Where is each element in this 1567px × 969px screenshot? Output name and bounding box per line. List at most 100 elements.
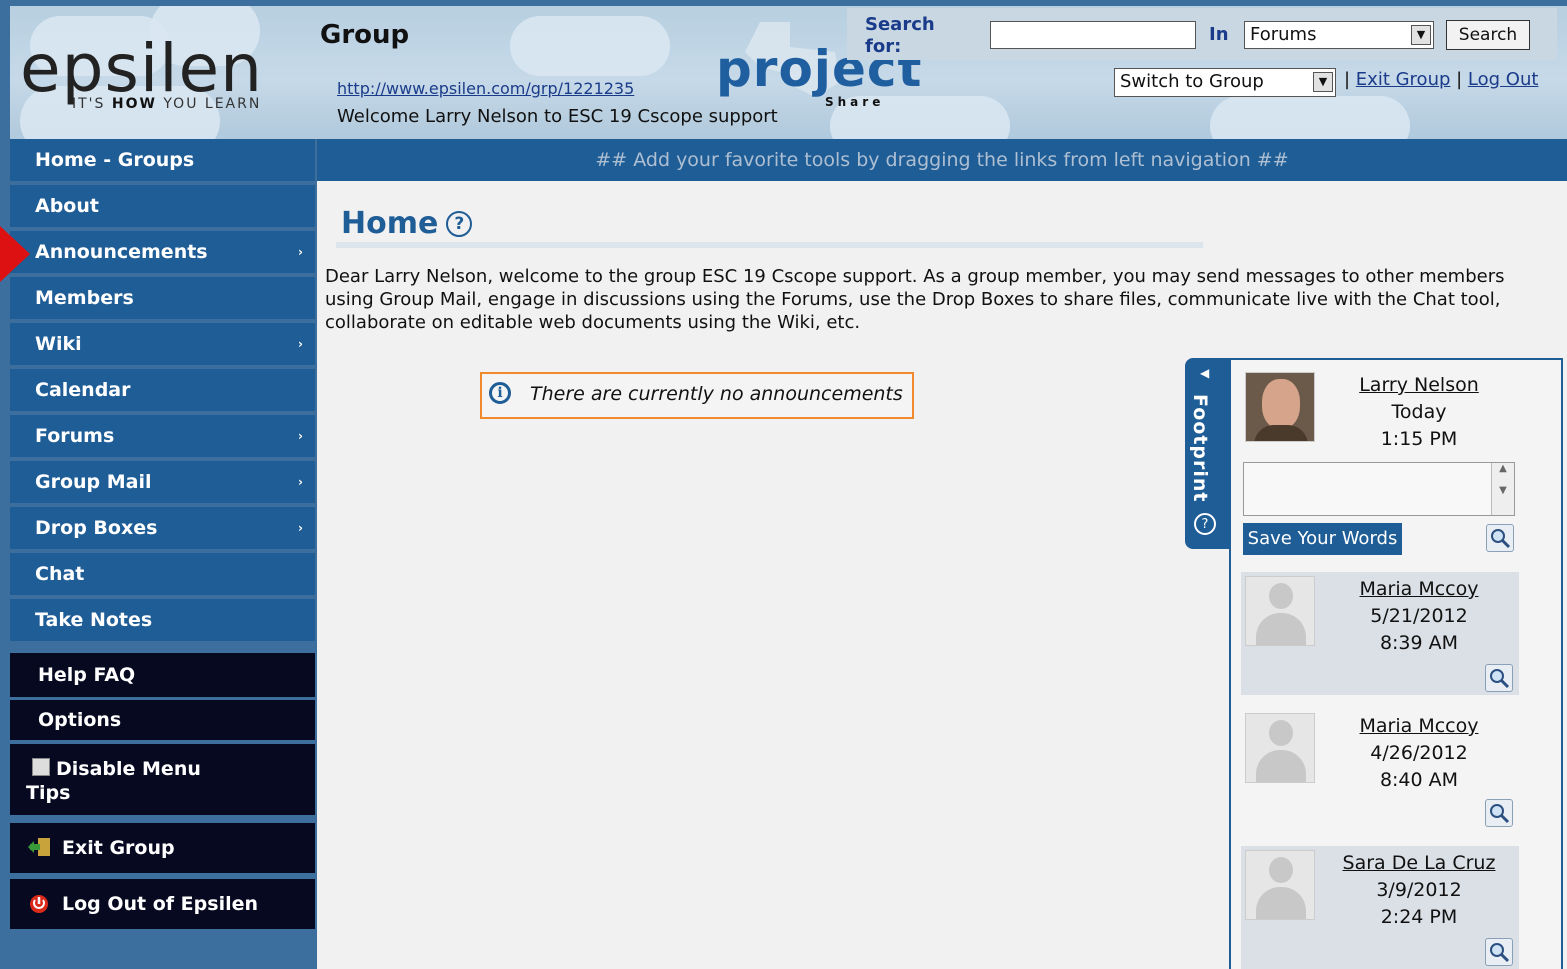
chevron-right-icon: › [298, 337, 303, 351]
chevron-right-icon: › [298, 429, 303, 443]
header: epsilen IT'S HOW YOU LEARN Group http://… [10, 6, 1567, 139]
page-title-text: Home [341, 206, 439, 241]
chevron-right-icon: › [298, 475, 303, 489]
save-your-words-button[interactable]: Save Your Words [1243, 523, 1402, 555]
welcome-text: Welcome Larry Nelson to ESC 19 Cscope su… [337, 106, 778, 127]
magnifier-icon[interactable] [1485, 664, 1513, 692]
exit-door-icon [28, 838, 50, 856]
avatar[interactable] [1245, 372, 1315, 442]
footprint-time: 8:39 AM [1379, 632, 1459, 654]
nav-label: Wiki [35, 333, 82, 355]
disable-tips-label: Disable Menu [56, 758, 201, 780]
nav-item-members[interactable]: Members [10, 277, 315, 319]
announcement-text: There are currently no announcements [530, 383, 903, 405]
avatar[interactable] [1245, 713, 1315, 783]
search-label: Search for: [865, 14, 935, 57]
nav-label: Home - Groups [35, 149, 195, 171]
footprint-date: Today [1391, 401, 1447, 423]
nav-item-wiki[interactable]: Wiki › [10, 323, 315, 365]
help-icon[interactable]: ? [1194, 513, 1216, 535]
nav-item-home-groups[interactable]: Home - Groups [10, 139, 315, 181]
switch-group-select[interactable]: Switch to Group ▼ [1114, 68, 1336, 97]
footprint-tab[interactable]: ◀ Footprint ? [1185, 358, 1229, 549]
nav-label: Take Notes [35, 609, 153, 631]
group-url-link[interactable]: http://www.epsilen.com/grp/1221235 [337, 79, 634, 98]
magnifier-icon[interactable] [1485, 938, 1513, 966]
nav-item-group-mail[interactable]: Group Mail › [10, 461, 315, 503]
nav-log-out[interactable]: Log Out of Epsilen [10, 879, 315, 929]
header-links: | Exit Group | Log Out [1344, 69, 1538, 90]
magnifier-glyph [1490, 804, 1510, 824]
nav-item-announcements[interactable]: Announcements › [10, 231, 315, 273]
left-navigation: Home - Groups About Announcements › Membe… [10, 139, 317, 969]
nav-label: Calendar [35, 379, 131, 401]
title-divider [336, 242, 1203, 248]
cloud-decoration [1210, 96, 1410, 139]
footprint-time: 2:24 PM [1380, 906, 1458, 928]
project-share-sub: Share [825, 95, 885, 109]
collapse-arrow-icon[interactable]: ◀ [1200, 366, 1209, 380]
footprint-entry: Larry Nelson Today 1:15 PM [1241, 368, 1519, 458]
nav-item-calendar[interactable]: Calendar [10, 369, 315, 411]
magnifier-icon[interactable] [1485, 799, 1513, 827]
exit-group-label: Exit Group [62, 837, 175, 859]
announcement-notice: i There are currently no announcements [480, 372, 914, 419]
chevron-down-icon[interactable]: ▼ [1411, 25, 1431, 45]
nav-label: Drop Boxes [35, 517, 158, 539]
help-icon[interactable]: ? [446, 211, 473, 237]
nav-item-options[interactable]: Options [10, 700, 315, 740]
checkbox-icon[interactable] [32, 758, 50, 776]
search-scope-value: Forums [1250, 24, 1317, 45]
search-area: Search for: In Forums ▼ Search [847, 8, 1557, 60]
info-icon: i [489, 382, 511, 404]
favorite-tools-bar[interactable]: ## Add your favorite tools by dragging t… [317, 139, 1567, 181]
footprint-tab-label: Footprint [1189, 394, 1211, 503]
nav-label: About [35, 195, 99, 217]
magnifier-glyph [1490, 943, 1510, 963]
footprint-date: 4/26/2012 [1370, 742, 1468, 764]
nav-label: Chat [35, 563, 85, 585]
magnifier-glyph [1490, 669, 1510, 689]
your-words-input[interactable]: ▲ ▼ [1243, 462, 1515, 516]
footprint-date: 5/21/2012 [1370, 605, 1468, 627]
nav-label: Members [35, 287, 134, 309]
nav-item-chat[interactable]: Chat [10, 553, 315, 595]
footprint-entry: Sara De La Cruz 3/9/2012 2:24 PM [1241, 846, 1519, 969]
log-out-link[interactable]: Log Out [1468, 69, 1539, 90]
nav-item-drop-boxes[interactable]: Drop Boxes › [10, 507, 315, 549]
search-input[interactable] [990, 21, 1196, 49]
footprint-name-link[interactable]: Maria Mccoy [1319, 715, 1519, 737]
footprint-name-link[interactable]: Sara De La Cruz [1319, 852, 1519, 874]
avatar[interactable] [1245, 850, 1315, 920]
epsilen-logo[interactable]: epsilen [20, 36, 263, 102]
footprint-name-link[interactable]: Maria Mccoy [1319, 578, 1519, 600]
logo-tagline: IT'S HOW YOU LEARN [72, 96, 262, 112]
exit-group-link[interactable]: Exit Group [1356, 69, 1451, 90]
footprint-date: 3/9/2012 [1376, 879, 1462, 901]
page: epsilen IT'S HOW YOU LEARN Group http://… [10, 6, 1567, 969]
chevron-down-icon[interactable]: ▼ [1313, 72, 1333, 92]
avatar[interactable] [1245, 576, 1315, 646]
chevron-right-icon: › [298, 245, 303, 259]
disable-menu-tips[interactable]: Disable Menu Tips [10, 744, 315, 815]
nav-exit-group[interactable]: Exit Group [10, 823, 315, 873]
footprint-name-link[interactable]: Larry Nelson [1319, 374, 1519, 396]
footprint-entry: Maria Mccoy 4/26/2012 8:40 AM [1241, 709, 1519, 832]
magnifier-icon[interactable] [1486, 524, 1514, 552]
nav-item-take-notes[interactable]: Take Notes [10, 599, 315, 641]
page-title: Home? [341, 206, 473, 241]
nav-item-forums[interactable]: Forums › [10, 415, 315, 457]
nav-label: Forums [35, 425, 115, 447]
search-scope-select[interactable]: Forums ▼ [1244, 21, 1434, 49]
nav-label: Group Mail [35, 471, 152, 493]
nav-item-about[interactable]: About [10, 185, 315, 227]
disable-tips-label-2: Tips [26, 782, 71, 804]
search-button[interactable]: Search [1446, 20, 1530, 50]
scrollbar[interactable]: ▲ ▼ [1491, 463, 1514, 515]
magnifier-glyph [1491, 529, 1511, 549]
footprint-time: 8:40 AM [1379, 769, 1459, 791]
log-out-label: Log Out of Epsilen [62, 893, 259, 915]
chevron-right-icon: › [298, 521, 303, 535]
nav-item-help-faq[interactable]: Help FAQ [10, 653, 315, 697]
cloud-decoration [510, 16, 670, 76]
